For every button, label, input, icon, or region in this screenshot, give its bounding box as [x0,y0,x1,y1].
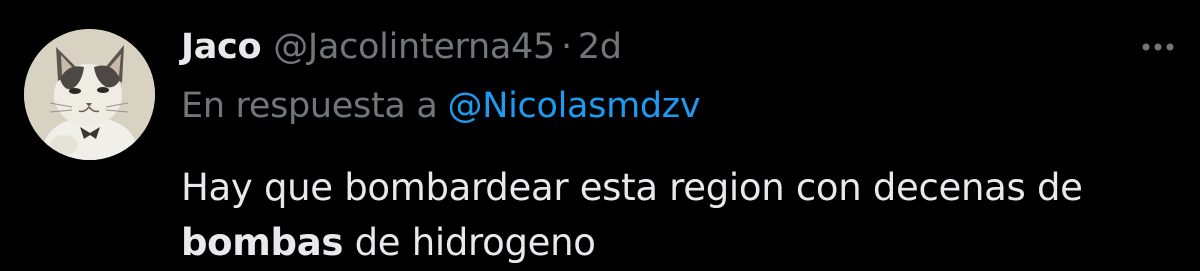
tweet-text-line-2-rest: de hidrogeno [343,221,596,264]
tweet-header: Jaco @Jacolinterna45 · 2d [181,23,622,71]
tweet-text-bold-word: bombas [181,221,344,264]
reply-mention-link[interactable]: @Nicolasmdzv [448,86,701,126]
separator-dot: · [561,27,572,67]
reply-context: En respuesta a @Nicolasmdzv [181,82,701,130]
reply-prefix: En respuesta a [181,86,438,126]
tweet-text: Hay que bombardear esta region con decen… [181,160,1181,270]
more-horizontal-icon [1142,43,1174,51]
avatar[interactable] [24,29,155,160]
timestamp[interactable]: 2d [578,27,622,67]
more-options-button[interactable] [1138,27,1178,67]
tweet-text-line-1: Hay que bombardear esta region con decen… [181,166,1083,209]
author-name[interactable]: Jaco [181,27,262,67]
cat-avatar-icon [24,29,155,160]
tweet-card[interactable]: Jaco @Jacolinterna45 · 2d En respuesta a… [0,0,1200,271]
author-handle[interactable]: @Jacolinterna45 [273,27,555,67]
tweet-text-line-2: bombas de hidrogeno [181,215,1181,270]
